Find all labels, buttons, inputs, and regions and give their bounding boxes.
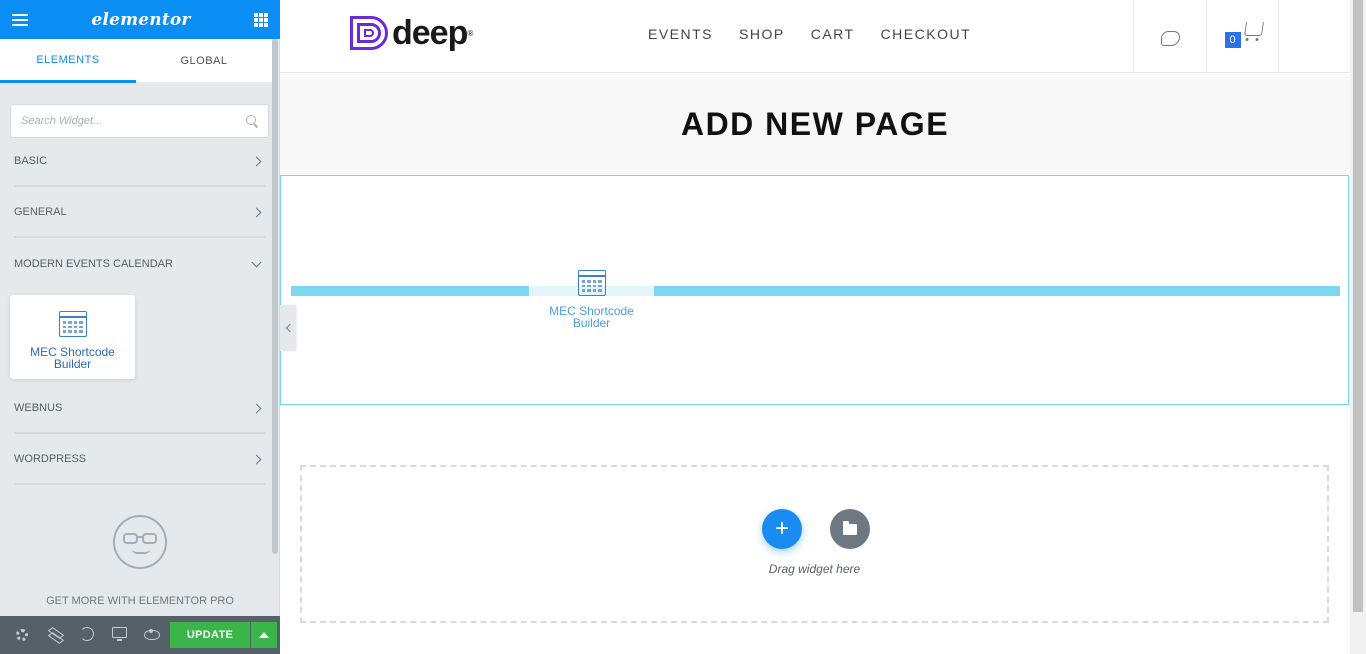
cart-button[interactable]: 0 — [1223, 21, 1264, 52]
category-label: MODERN EVENTS CALENDAR — [14, 258, 173, 270]
pro-promo-text[interactable]: GET MORE WITH ELEMENTOR PRO — [0, 595, 280, 607]
chevron-right-icon — [251, 156, 262, 166]
search-input[interactable] — [21, 115, 246, 127]
twitter-icon[interactable] — [1159, 28, 1181, 46]
collapse-panel-handle[interactable] — [280, 305, 296, 351]
settings-gear-icon[interactable] — [16, 627, 32, 643]
drop-indicator — [654, 286, 1340, 296]
nav-shop[interactable]: SHOP — [739, 26, 785, 42]
site-logo[interactable]: deep ® — [350, 16, 473, 50]
nerd-face-icon — [113, 515, 167, 569]
search-icon — [246, 115, 258, 127]
header-empty-box — [1278, 0, 1350, 73]
menu-icon[interactable] — [12, 13, 28, 26]
category-wordpress[interactable]: WORDPRESS — [14, 435, 265, 485]
nav-events[interactable]: EVENTS — [648, 26, 713, 42]
page-scrollbar[interactable] — [1350, 0, 1366, 654]
chevron-left-icon — [285, 323, 294, 333]
panel-scrollbar[interactable] — [272, 39, 278, 554]
category-general[interactable]: GENERAL — [14, 188, 265, 238]
widgets-grid-icon[interactable] — [253, 12, 268, 27]
elementor-panel: elementor ELEMENTS GLOBAL BASIC GENERAL … — [0, 0, 280, 654]
category-basic[interactable]: BASIC — [14, 137, 265, 187]
page-title-band: ADD NEW PAGE — [280, 74, 1350, 175]
mec-shortcode-builder-widget[interactable]: MEC Shortcode Builder — [10, 295, 135, 379]
dragged-widget-label: MEC Shortcode Builder — [549, 304, 634, 330]
update-button[interactable]: UPDATE — [170, 622, 250, 648]
brand-name: deep — [392, 14, 468, 52]
cart-count-badge: 0 — [1224, 31, 1241, 48]
tab-global[interactable]: GLOBAL — [136, 39, 272, 83]
drop-indicator — [291, 286, 529, 296]
twitter-box — [1133, 0, 1206, 73]
chevron-right-icon — [251, 454, 262, 464]
chevron-down-icon — [251, 257, 262, 267]
panel-tabs: ELEMENTS GLOBAL — [0, 39, 272, 83]
panel-header: elementor — [0, 0, 280, 39]
dragged-widget[interactable]: MEC Shortcode Builder — [529, 254, 654, 338]
category-label: WEBNUS — [14, 402, 63, 414]
drag-widget-hint: Drag widget here — [768, 562, 861, 576]
editor-section[interactable]: MEC Shortcode Builder — [280, 175, 1349, 405]
nav-checkout[interactable]: CHECKOUT — [881, 26, 972, 42]
elementor-logo: elementor — [91, 9, 191, 30]
nav-cart[interactable]: CART — [811, 26, 855, 42]
cart-box: 0 — [1206, 0, 1278, 73]
add-section-area[interactable]: + Drag widget here — [300, 465, 1329, 623]
search-box — [10, 104, 269, 138]
chevron-right-icon — [251, 207, 262, 217]
pro-promo: GET MORE WITH ELEMENTOR PRO — [0, 515, 280, 607]
site-header: deep ® EVENTS SHOP CART CHECKOUT 0 — [280, 0, 1350, 73]
registered-mark: ® — [467, 28, 474, 38]
calendar-grid-icon — [58, 311, 87, 337]
category-label: BASIC — [14, 155, 48, 167]
preview-eye-icon[interactable] — [144, 627, 160, 643]
navigator-layers-icon[interactable] — [47, 627, 65, 644]
widget-label: MEC Shortcode Builder — [30, 345, 115, 371]
history-icon[interactable] — [80, 627, 96, 643]
add-template-folder-icon[interactable] — [830, 509, 870, 549]
panel-footer: UPDATE — [0, 616, 280, 654]
shopping-cart-icon — [1243, 21, 1264, 36]
page-title: ADD NEW PAGE — [680, 106, 950, 142]
category-modern-events-calendar[interactable]: MODERN EVENTS CALENDAR — [14, 239, 265, 289]
tab-elements[interactable]: ELEMENTS — [0, 39, 136, 83]
category-label: WORDPRESS — [14, 453, 87, 465]
responsive-desktop-icon[interactable] — [112, 627, 128, 643]
category-label: GENERAL — [14, 206, 67, 218]
main-nav: EVENTS SHOP CART CHECKOUT — [648, 26, 971, 42]
calendar-grid-icon — [577, 270, 606, 296]
page-preview: deep ® EVENTS SHOP CART CHECKOUT 0 ADD N… — [280, 0, 1350, 654]
category-webnus[interactable]: WEBNUS — [14, 384, 265, 434]
chevron-right-icon — [251, 403, 262, 413]
add-section-plus-icon[interactable]: + — [762, 509, 802, 549]
deep-logo-icon — [350, 16, 388, 50]
save-options-arrow-icon[interactable] — [251, 622, 277, 648]
